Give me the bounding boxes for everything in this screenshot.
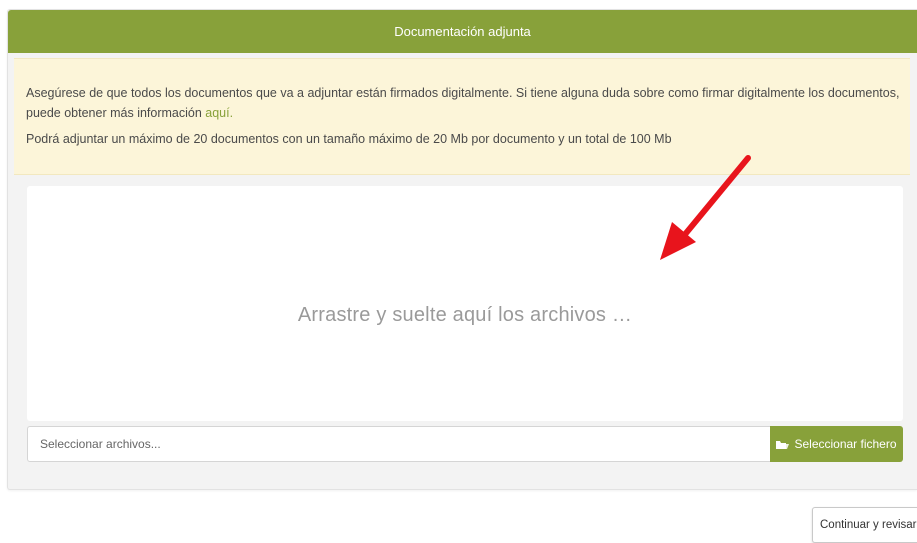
folder-open-icon [776, 439, 790, 449]
continue-review-button[interactable]: Continuar y revisar » [812, 507, 917, 543]
notice-line-1: Asegúrese de que todos los documentos qu… [26, 83, 900, 123]
dropzone-text: Arrastre y suelte aquí los archivos … [297, 304, 633, 326]
file-select-row: Seleccionar fichero [27, 426, 903, 462]
notice-line-2: Podrá adjuntar un máximo de 20 documento… [26, 132, 672, 146]
select-file-button[interactable]: Seleccionar fichero [770, 426, 903, 462]
notice-line-1-text: Asegúrese de que todos los documentos qu… [26, 86, 900, 120]
select-file-label: Seleccionar fichero [794, 437, 897, 451]
panel-title: Documentación adjunta [394, 24, 531, 39]
file-dropzone[interactable]: Arrastre y suelte aquí los archivos … [27, 186, 903, 421]
signature-notice: Asegúrese de que todos los documentos qu… [14, 58, 910, 175]
more-info-link[interactable]: aquí. [205, 106, 233, 120]
panel-header: Documentación adjunta [8, 10, 917, 53]
file-path-input[interactable] [27, 426, 770, 462]
